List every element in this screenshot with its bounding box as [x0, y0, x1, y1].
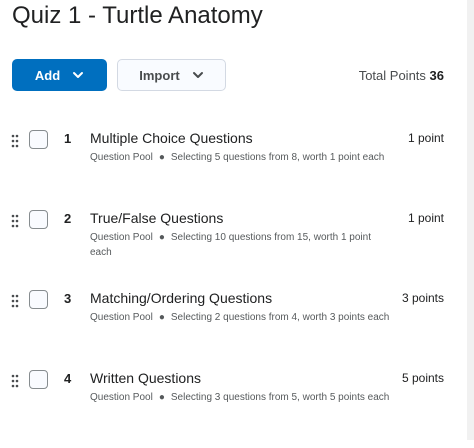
question-points: 1 point	[407, 211, 444, 225]
question-type: Question Pool	[90, 312, 153, 323]
add-button-label: Add	[34, 67, 61, 83]
drag-handle-icon[interactable]	[11, 214, 19, 228]
question-description: Question Pool ● Selecting 5 questions from…	[90, 150, 390, 165]
question-number: 2	[64, 211, 72, 226]
question-points: 5 points	[401, 371, 444, 385]
drag-handle-icon[interactable]	[11, 374, 19, 388]
question-row: 3 Matching/Ordering Questions Question P…	[0, 288, 474, 368]
drag-handle-icon[interactable]	[11, 294, 19, 308]
chevron-down-icon	[73, 72, 84, 78]
total-points-value: 36	[429, 68, 444, 83]
scrollbar[interactable]	[467, 0, 474, 440]
page-title: Quiz 1 - Turtle Anatomy	[12, 2, 263, 29]
select-checkbox[interactable]	[29, 370, 48, 389]
question-number: 4	[64, 371, 72, 386]
question-row: 2 True/False Questions Question Pool ● Sel…	[0, 208, 474, 288]
import-button-label: Import	[139, 67, 180, 83]
total-points-label: Total Points	[358, 68, 426, 83]
drag-handle-icon[interactable]	[11, 134, 19, 148]
question-title[interactable]: True/False Questions	[90, 210, 223, 226]
question-type: Question Pool	[90, 232, 153, 243]
question-detail: Selecting 2 questions from 4, worth 3 po…	[170, 312, 390, 323]
question-title[interactable]: Written Questions	[90, 370, 201, 386]
question-detail: Selecting 5 questions from 8, worth 1 po…	[170, 152, 385, 163]
question-row: 4 Written Questions Question Pool ● Select…	[0, 368, 474, 448]
chevron-down-icon	[192, 72, 203, 78]
question-description: Question Pool ● Selecting 3 questions from…	[90, 390, 390, 405]
select-checkbox[interactable]	[29, 210, 48, 229]
question-description: Question Pool ● Selecting 10 questions fro…	[90, 230, 390, 260]
question-type: Question Pool	[90, 392, 153, 403]
add-button[interactable]: Add	[12, 59, 107, 91]
separator-dot: ●	[158, 312, 165, 323]
import-button[interactable]: Import	[117, 59, 226, 91]
question-number: 1	[64, 131, 72, 146]
question-title[interactable]: Matching/Ordering Questions	[90, 290, 272, 306]
question-points: 1 point	[407, 131, 444, 145]
select-checkbox[interactable]	[29, 290, 48, 309]
question-points: 3 points	[401, 291, 444, 305]
question-number: 3	[64, 291, 72, 306]
question-type: Question Pool	[90, 152, 153, 163]
select-checkbox[interactable]	[29, 130, 48, 149]
separator-dot: ●	[158, 392, 165, 403]
separator-dot: ●	[158, 232, 165, 243]
question-description: Question Pool ● Selecting 2 questions from…	[90, 310, 390, 325]
separator-dot: ●	[158, 152, 165, 163]
question-row: 1 Multiple Choice Questions Question Poo…	[0, 128, 474, 208]
question-detail: Selecting 3 questions from 5, worth 5 po…	[170, 392, 390, 403]
total-points: Total Points 36	[359, 68, 444, 83]
question-title[interactable]: Multiple Choice Questions	[90, 130, 253, 146]
